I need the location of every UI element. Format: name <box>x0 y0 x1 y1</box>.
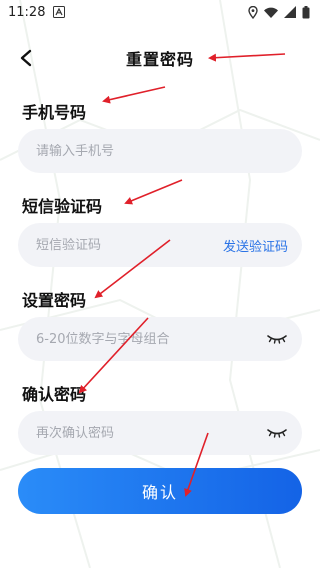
a-notification-icon <box>53 6 66 18</box>
confirm-password-label: 确认密码 <box>22 385 87 404</box>
phone-input[interactable] <box>36 143 288 159</box>
back-button[interactable] <box>12 44 40 72</box>
confirm-password-input[interactable] <box>36 425 266 441</box>
phone-field <box>18 129 302 173</box>
send-code-button[interactable]: 发送验证码 <box>223 236 288 255</box>
page-title: 重置密码 <box>125 50 194 69</box>
status-bar: 11:28 <box>0 0 320 24</box>
confirm-button[interactable]: 确认 <box>18 468 302 514</box>
phone-label: 手机号码 <box>22 103 87 122</box>
header: 重置密码 <box>0 40 320 76</box>
password-label: 设置密码 <box>22 291 87 310</box>
back-arrow-icon <box>19 49 33 67</box>
sms-code-label: 短信验证码 <box>22 197 103 216</box>
eye-closed-icon[interactable] <box>266 427 288 439</box>
eye-closed-icon[interactable] <box>266 333 288 345</box>
password-input[interactable] <box>36 331 266 347</box>
signal-icon <box>284 6 296 18</box>
sms-code-input[interactable] <box>36 237 223 253</box>
sms-code-field: 发送验证码 <box>18 223 302 267</box>
wifi-icon <box>264 7 278 18</box>
battery-icon <box>302 5 310 19</box>
location-icon <box>248 5 258 19</box>
confirm-password-field <box>18 411 302 455</box>
status-time: 11:28 <box>8 4 46 20</box>
password-field <box>18 317 302 361</box>
